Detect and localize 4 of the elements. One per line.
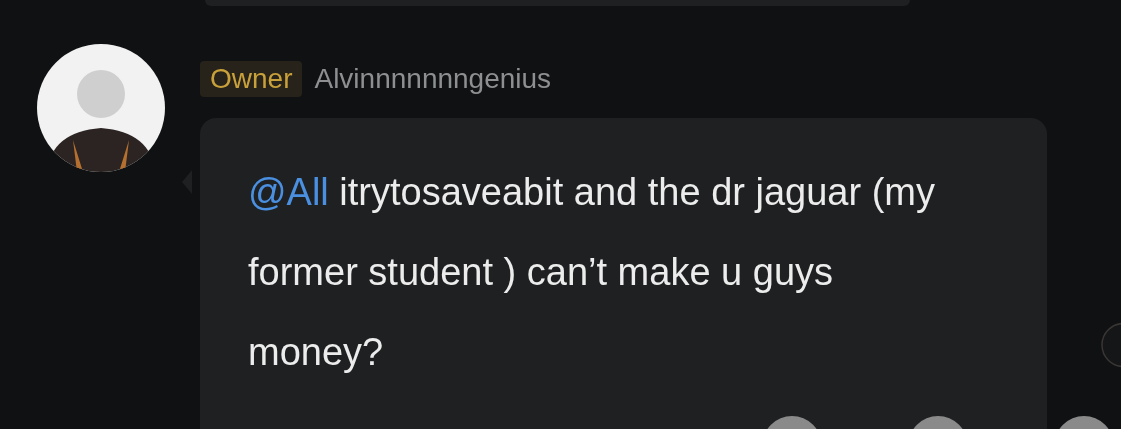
message-text: @All itrytosaveabit and the dr jaguar (my former student ) can’t make u guys money? (248, 170, 936, 375)
sender-name: Alvinnnnnnngenius (314, 63, 552, 95)
mention-link[interactable]: @All (248, 171, 329, 213)
owner-tag: Owner (200, 61, 303, 97)
